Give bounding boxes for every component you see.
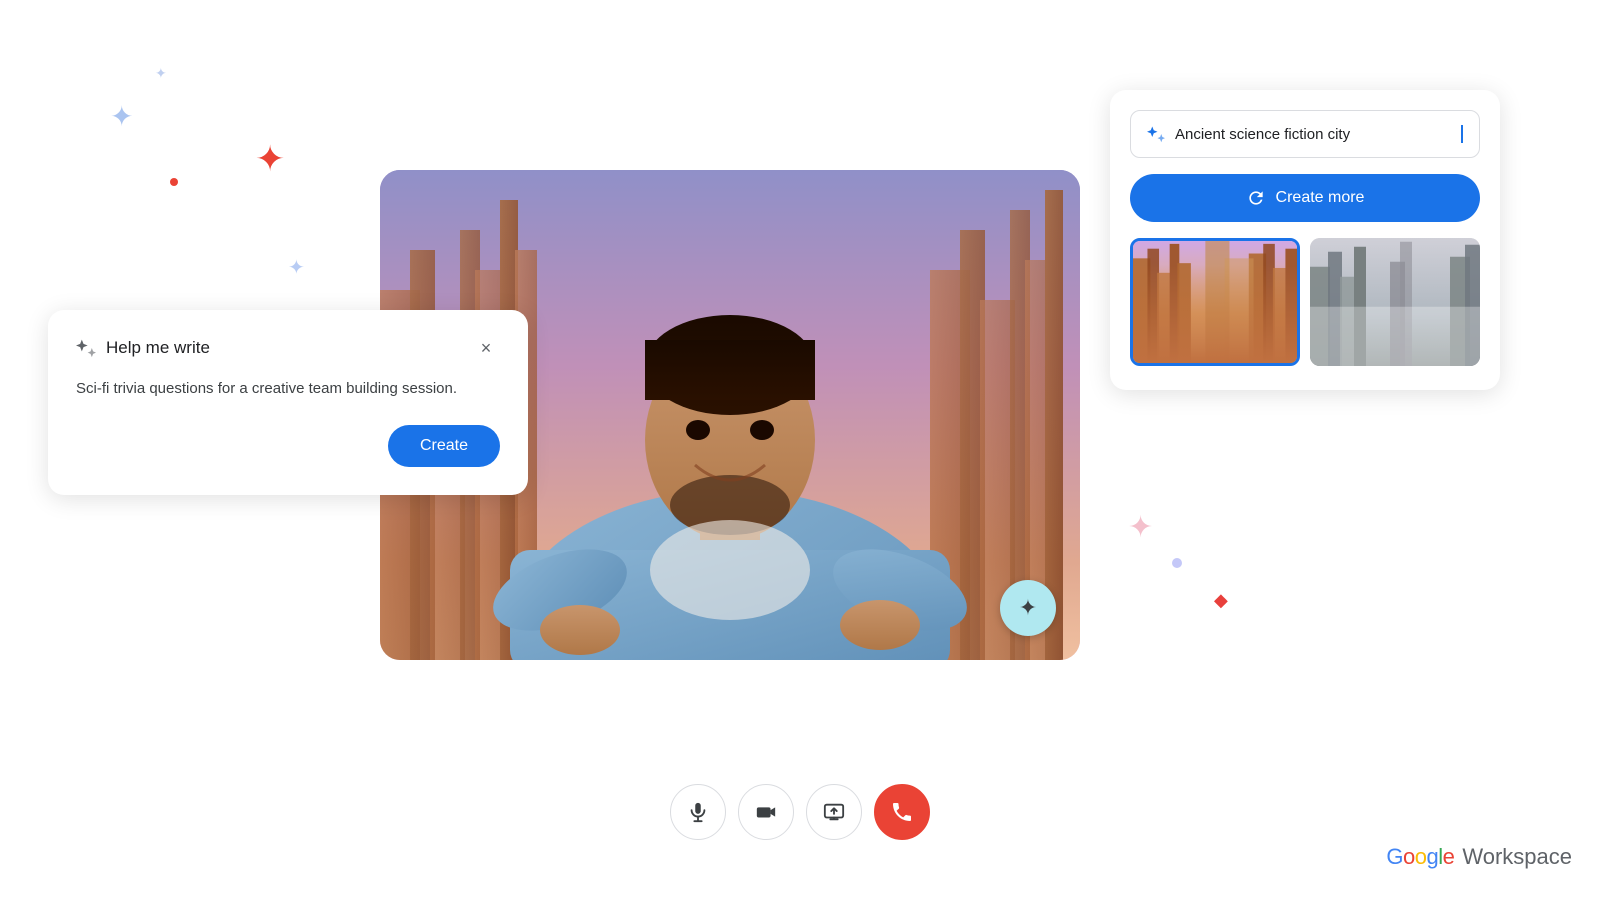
end-call-icon	[890, 800, 914, 824]
dot-lavender-icon	[1172, 558, 1182, 568]
camera-button[interactable]	[738, 784, 794, 840]
wand-icon	[76, 338, 96, 358]
screen-share-icon	[823, 801, 845, 823]
help-me-write-card: Help me write × Sci-fi trivia questions …	[48, 310, 528, 495]
refresh-icon	[1246, 188, 1266, 208]
google-g2: g	[1426, 844, 1438, 869]
screen-share-button[interactable]	[806, 784, 862, 840]
create-more-button[interactable]: Create more	[1130, 174, 1480, 222]
google-g: G	[1386, 844, 1403, 869]
sparkle-blue-large-icon: ✦	[110, 100, 133, 133]
card-title: Help me write	[76, 338, 210, 358]
mic-icon	[687, 801, 709, 823]
person-figure	[480, 210, 980, 660]
text-cursor	[1461, 125, 1463, 143]
end-call-button[interactable]	[874, 784, 930, 840]
sparkle-red-icon: ✦	[255, 138, 285, 180]
create-button[interactable]: Create	[388, 425, 500, 467]
scifi-city-cool-image	[1310, 238, 1480, 366]
image-thumb-1[interactable]	[1130, 238, 1300, 366]
mic-button[interactable]	[670, 784, 726, 840]
sparkle-blue-small-icon: ✦	[155, 65, 167, 83]
sparkle-blue-sm2-icon: ✦	[288, 255, 305, 280]
city-art-1	[1133, 241, 1297, 363]
close-card-button[interactable]: ×	[472, 334, 500, 362]
image-grid	[1130, 238, 1480, 366]
sparkle-button-icon: ✦	[1019, 595, 1037, 621]
image-generation-card: Ancient science fiction city Create more	[1110, 90, 1500, 390]
camera-icon	[755, 801, 777, 823]
ai-wand-icon	[1147, 125, 1165, 143]
ai-sparkle-button[interactable]: ✦	[1000, 580, 1056, 636]
google-logo-text: Google	[1386, 844, 1454, 870]
sparkle-red-small-icon: ◆	[1214, 590, 1228, 611]
create-more-label: Create more	[1276, 189, 1365, 207]
prompt-text: Ancient science fiction city	[1175, 126, 1451, 143]
prompt-input-field[interactable]: Ancient science fiction city	[1130, 110, 1480, 158]
workspace-label: Workspace	[1462, 844, 1572, 870]
google-o1: o	[1403, 844, 1415, 869]
close-icon: ×	[481, 338, 492, 359]
google-e: e	[1443, 844, 1455, 869]
google-workspace-branding: Google Workspace	[1386, 844, 1572, 870]
scifi-city-warm-image	[1133, 241, 1297, 363]
card-title-text: Help me write	[106, 338, 210, 358]
google-o2: o	[1415, 844, 1427, 869]
sparkle-pink-icon: ✦	[1128, 510, 1153, 545]
card-body-text: Sci-fi trivia questions for a creative t…	[76, 378, 500, 401]
city-art-2	[1310, 238, 1480, 366]
image-thumb-2[interactable]	[1310, 238, 1480, 366]
call-controls-bar	[670, 784, 930, 840]
card-header: Help me write ×	[76, 334, 500, 362]
